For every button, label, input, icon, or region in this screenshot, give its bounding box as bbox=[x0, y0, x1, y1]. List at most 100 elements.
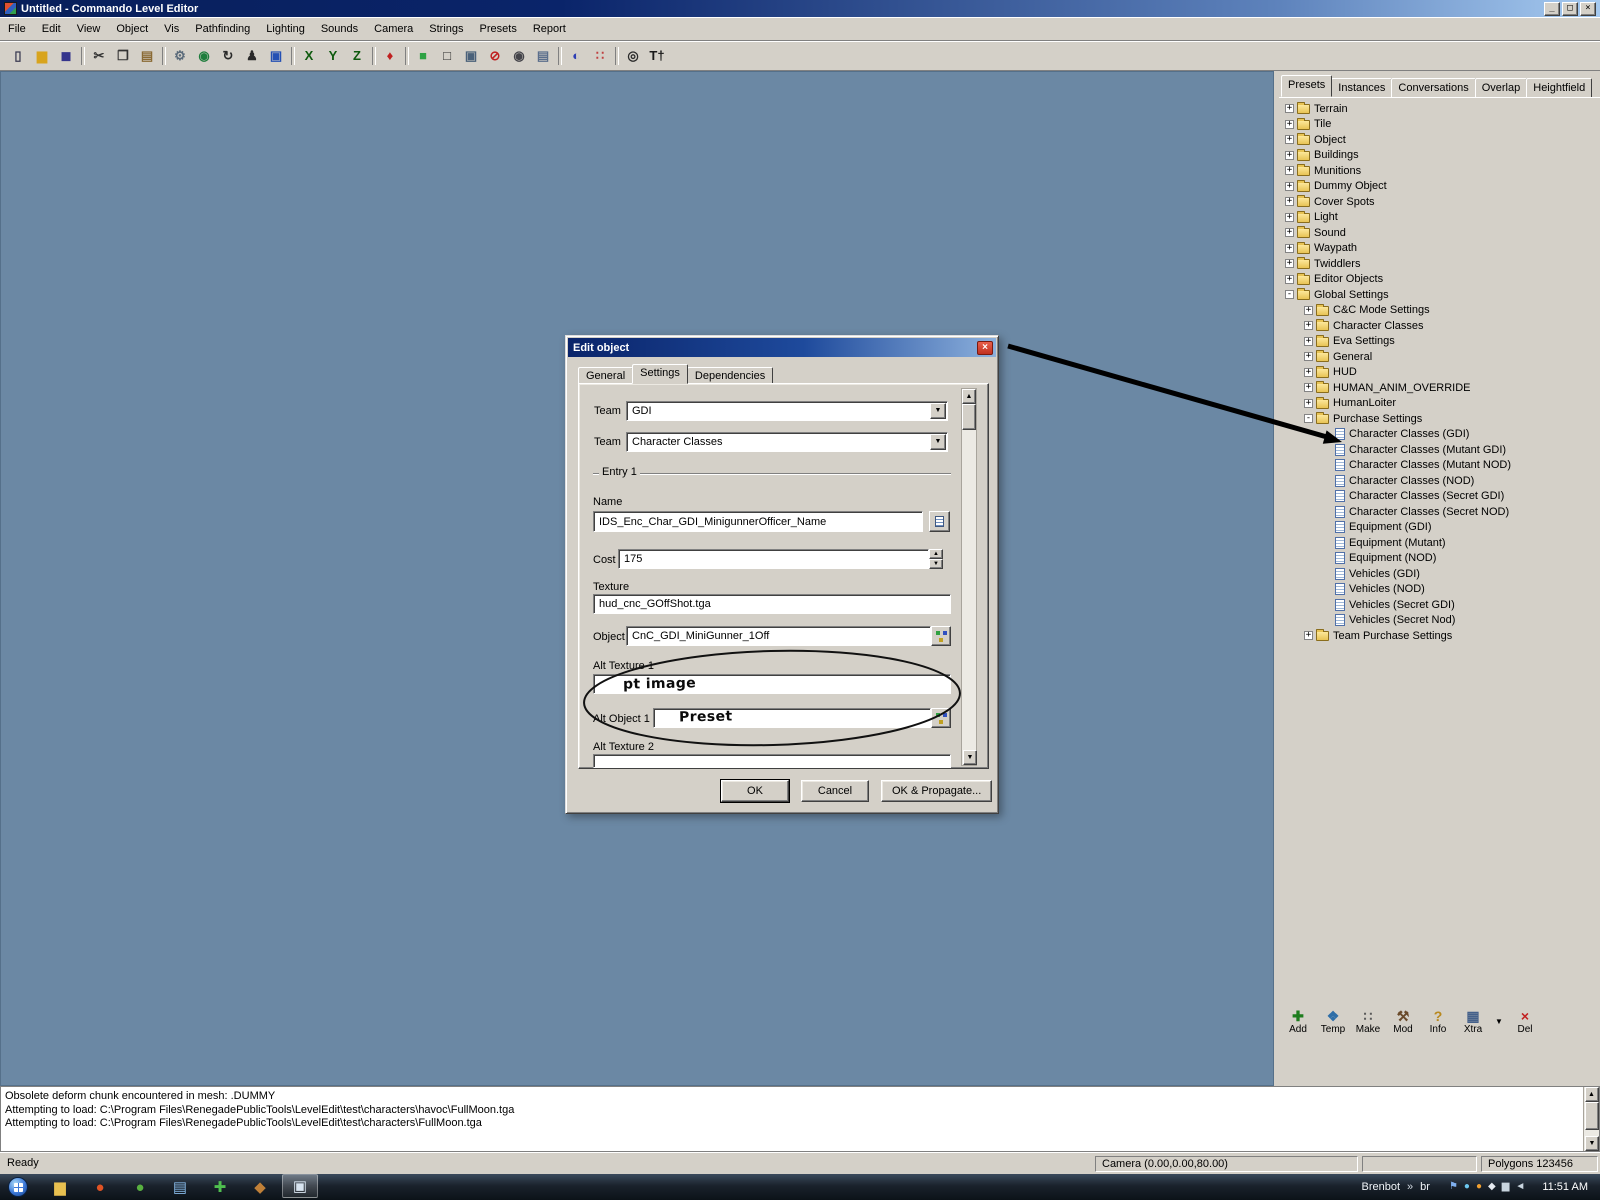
cost-spinner[interactable]: ▲ ▼ bbox=[929, 549, 943, 569]
expand-toggle[interactable]: + bbox=[1285, 104, 1294, 113]
tray-shield-icon[interactable]: ◆ bbox=[1488, 1182, 1496, 1192]
cost-field[interactable]: 175 bbox=[618, 549, 929, 569]
taskbar-tools-icon[interactable]: ✚ bbox=[202, 1174, 238, 1200]
tree-item[interactable]: + General bbox=[1281, 349, 1599, 365]
menu-item[interactable]: Report bbox=[525, 19, 574, 39]
expand-toggle[interactable]: + bbox=[1285, 135, 1294, 144]
ok-propagate-button[interactable]: OK & Propagate... bbox=[881, 780, 992, 802]
tree-item[interactable]: - Global Settings bbox=[1281, 287, 1599, 303]
expand-toggle[interactable]: + bbox=[1304, 321, 1313, 330]
tree-item[interactable]: Equipment (NOD) bbox=[1281, 551, 1599, 567]
tree-item[interactable]: Character Classes (Secret GDI) bbox=[1281, 489, 1599, 505]
expand-toggle[interactable]: + bbox=[1304, 306, 1313, 315]
wire-box-icon[interactable]: □ bbox=[435, 45, 459, 67]
tree-item[interactable]: Character Classes (Mutant NOD) bbox=[1281, 458, 1599, 474]
expand-toggle[interactable]: + bbox=[1285, 151, 1294, 160]
scroll-up-icon[interactable]: ▲ bbox=[1585, 1087, 1599, 1102]
axis-z-icon[interactable]: Z bbox=[345, 45, 369, 67]
taskbar-leveledit-icon[interactable]: ▣ bbox=[282, 1174, 318, 1198]
expand-toggle[interactable]: + bbox=[1285, 197, 1294, 206]
menu-item[interactable]: Vis bbox=[156, 19, 187, 39]
tree-item[interactable]: + HUD bbox=[1281, 365, 1599, 381]
eye-mode-icon[interactable]: ◉ bbox=[192, 45, 216, 67]
camera-icon[interactable]: ◉ bbox=[507, 45, 531, 67]
expand-toggle[interactable]: - bbox=[1285, 290, 1294, 299]
taskbar-document-icon[interactable]: ▤ bbox=[162, 1174, 198, 1200]
expand-toggle[interactable]: + bbox=[1285, 120, 1294, 129]
taskbar-explorer-icon[interactable]: ▆ bbox=[42, 1174, 78, 1200]
vis-window-icon[interactable]: ◎ bbox=[621, 45, 645, 67]
maximize-button[interactable]: □ bbox=[1562, 2, 1578, 16]
tray-volume-icon[interactable]: ◄ bbox=[1515, 1182, 1525, 1192]
expand-toggle[interactable]: + bbox=[1285, 182, 1294, 191]
start-button[interactable] bbox=[8, 1177, 28, 1197]
tree-item[interactable]: Character Classes (GDI) bbox=[1281, 427, 1599, 443]
tree-item[interactable]: + Munitions bbox=[1281, 163, 1599, 179]
xtra-button[interactable]: ▦ Xtra bbox=[1458, 1008, 1488, 1035]
paste-icon[interactable]: ▤ bbox=[135, 45, 159, 67]
tray-update-icon[interactable]: ● bbox=[1476, 1182, 1482, 1192]
expand-toggle[interactable]: + bbox=[1304, 337, 1313, 346]
tree-item[interactable]: Vehicles (Secret Nod) bbox=[1281, 613, 1599, 629]
expand-toggle[interactable]: + bbox=[1304, 383, 1313, 392]
orbit-mode-icon[interactable]: ↻ bbox=[216, 45, 240, 67]
menu-item[interactable]: Object bbox=[108, 19, 156, 39]
taskbar-browser-icon[interactable]: ● bbox=[82, 1174, 118, 1200]
dialog-close-button[interactable]: × bbox=[977, 341, 993, 355]
tree-item[interactable]: + Object bbox=[1281, 132, 1599, 148]
tree-item[interactable]: + Waypath bbox=[1281, 241, 1599, 257]
tray-chat-icon[interactable]: ● bbox=[1464, 1182, 1470, 1192]
cut-icon[interactable]: ✂ bbox=[87, 45, 111, 67]
expand-toggle[interactable]: + bbox=[1285, 228, 1294, 237]
tree-item[interactable]: + HumanLoiter bbox=[1281, 396, 1599, 412]
expand-toggle[interactable]: + bbox=[1285, 166, 1294, 175]
tree-item[interactable]: Character Classes (NOD) bbox=[1281, 473, 1599, 489]
app-icon[interactable] bbox=[4, 2, 17, 15]
tree-item[interactable]: + Cover Spots bbox=[1281, 194, 1599, 210]
minimize-button[interactable]: _ bbox=[1544, 2, 1560, 16]
save-file-icon[interactable]: ◼ bbox=[54, 45, 78, 67]
panel-tab[interactable]: Instances bbox=[1331, 78, 1392, 98]
scroll-up-icon[interactable]: ▲ bbox=[962, 389, 976, 404]
tree-item[interactable]: - Purchase Settings bbox=[1281, 411, 1599, 427]
expand-toggle[interactable]: + bbox=[1304, 631, 1313, 640]
tree-item[interactable]: + HUMAN_ANIM_OVERRIDE bbox=[1281, 380, 1599, 396]
temp-button[interactable]: ❖ Temp bbox=[1318, 1008, 1348, 1035]
add-button[interactable]: ✚ Add bbox=[1283, 1008, 1313, 1035]
copy-icon[interactable]: ❐ bbox=[111, 45, 135, 67]
menu-item[interactable]: Strings bbox=[421, 19, 471, 39]
expand-toggle[interactable]: + bbox=[1285, 244, 1294, 253]
tree-item[interactable]: + Editor Objects bbox=[1281, 272, 1599, 288]
alt-texture2-field[interactable] bbox=[593, 754, 951, 768]
object-picker-button[interactable] bbox=[931, 626, 951, 646]
taskbar-media-icon[interactable]: ● bbox=[122, 1174, 158, 1200]
conversation-icon[interactable]: ▣ bbox=[264, 45, 288, 67]
expand-toggle[interactable]: + bbox=[1285, 259, 1294, 268]
expand-toggle[interactable]: + bbox=[1285, 275, 1294, 284]
scrollbar-thumb[interactable] bbox=[1585, 1102, 1599, 1130]
team2-combobox[interactable]: Character Classes ▼ bbox=[626, 432, 948, 452]
alt-object1-picker-button[interactable] bbox=[931, 708, 951, 728]
tray-chevron-icon[interactable]: » bbox=[1407, 1181, 1413, 1193]
scroll-down-icon[interactable]: ▼ bbox=[1585, 1136, 1599, 1151]
panel-tab[interactable]: Heightfield bbox=[1526, 78, 1592, 98]
info-button[interactable]: ? Info bbox=[1423, 1008, 1453, 1035]
chevron-down-icon[interactable]: ▼ bbox=[930, 403, 946, 419]
tree-item[interactable]: + Buildings bbox=[1281, 148, 1599, 164]
dialog-titlebar[interactable]: Edit object × bbox=[568, 338, 996, 357]
expand-toggle[interactable]: - bbox=[1304, 414, 1313, 423]
menu-item[interactable]: File bbox=[0, 19, 34, 39]
spin-up-icon[interactable]: ▲ bbox=[929, 549, 943, 559]
camera-settings-icon[interactable]: ⚙ bbox=[168, 45, 192, 67]
tree-item[interactable]: + Character Classes bbox=[1281, 318, 1599, 334]
make-button[interactable]: ∷ Make bbox=[1353, 1008, 1383, 1035]
close-button[interactable]: × bbox=[1580, 2, 1596, 16]
expand-toggle[interactable]: + bbox=[1304, 352, 1313, 361]
menu-item[interactable]: Presets bbox=[472, 19, 525, 39]
axis-x-icon[interactable]: X bbox=[297, 45, 321, 67]
vis-sector-icon[interactable]: ∷ bbox=[588, 45, 612, 67]
titlebar[interactable]: Untitled - Commando Level Editor _□× bbox=[0, 0, 1600, 17]
axis-y-icon[interactable]: Y bbox=[321, 45, 345, 67]
tree-item[interactable]: + Terrain bbox=[1281, 101, 1599, 117]
panel-tab[interactable]: Presets bbox=[1281, 75, 1332, 97]
